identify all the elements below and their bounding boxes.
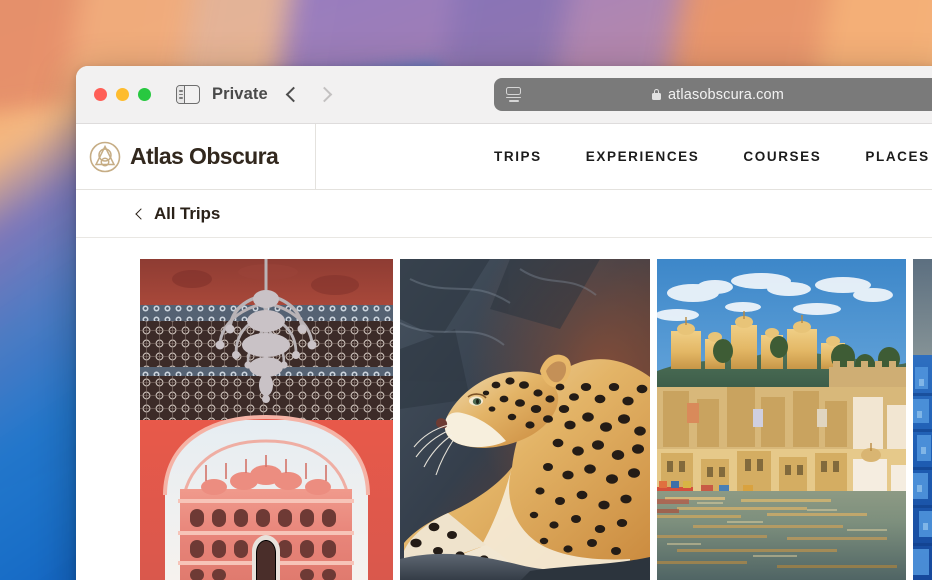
safari-window: Private atlasobscura.com Atlas Obscura T… (76, 66, 932, 580)
sidebar-icon-panel (177, 86, 185, 103)
url-text: atlasobscura.com (667, 86, 785, 103)
private-browsing-label: Private (212, 85, 268, 103)
card-blue-city-image (913, 259, 932, 580)
chevron-left-icon[interactable] (285, 86, 302, 103)
card-jaipur-palace[interactable] (140, 259, 393, 580)
zoom-window-button[interactable] (138, 88, 151, 101)
chevron-right-icon (316, 86, 333, 103)
card-leopard[interactable] (400, 259, 650, 580)
card-udaipur-lake-image (657, 259, 906, 580)
nav-item-experiences[interactable]: EXPERIENCES (586, 149, 700, 164)
sidebar-icon-line (178, 93, 183, 96)
breadcrumb-all-trips-link[interactable]: All Trips (135, 203, 221, 224)
traffic-lights (94, 88, 151, 101)
nav-item-courses[interactable]: COURSES (743, 149, 821, 164)
reader-icon-line (508, 100, 519, 102)
navigation-arrows (285, 86, 333, 103)
site-header: Atlas Obscura TRIPS EXPERIENCES COURSES … (76, 124, 932, 190)
lock-icon (651, 89, 661, 100)
breadcrumb: All Trips (76, 190, 932, 238)
browser-toolbar: Private atlasobscura.com (76, 66, 932, 124)
site-logo-text: Atlas Obscura (130, 143, 279, 169)
reader-icon-line (506, 96, 521, 99)
atlas-obscura-monogram-icon (89, 141, 121, 172)
close-window-button[interactable] (94, 88, 107, 101)
main-navigation: TRIPS EXPERIENCES COURSES PLACES (316, 124, 932, 189)
desktop-wallpaper: Private atlasobscura.com Atlas Obscura T… (0, 0, 932, 580)
card-leopard-image (400, 259, 650, 580)
card-udaipur-lake[interactable] (657, 259, 906, 580)
breadcrumb-label: All Trips (154, 203, 221, 223)
site-logo[interactable]: Atlas Obscura (76, 124, 316, 189)
nav-item-trips[interactable]: TRIPS (494, 149, 542, 164)
trip-card-carousel (76, 238, 932, 580)
nav-item-places[interactable]: PLACES (865, 149, 929, 164)
sidebar-icon-line (178, 97, 183, 99)
reader-view-icon[interactable] (506, 87, 523, 102)
address-bar[interactable]: atlasobscura.com (494, 78, 932, 111)
sidebar-icon-line (178, 90, 183, 92)
address-bar-content: atlasobscura.com (523, 87, 913, 103)
reader-icon-box (506, 87, 521, 95)
card-blue-city[interactable] (913, 259, 932, 580)
chevron-left-icon (135, 207, 147, 220)
sidebar-icon[interactable] (176, 85, 200, 104)
card-jaipur-palace-image (140, 259, 393, 580)
minimize-window-button[interactable] (116, 88, 129, 101)
